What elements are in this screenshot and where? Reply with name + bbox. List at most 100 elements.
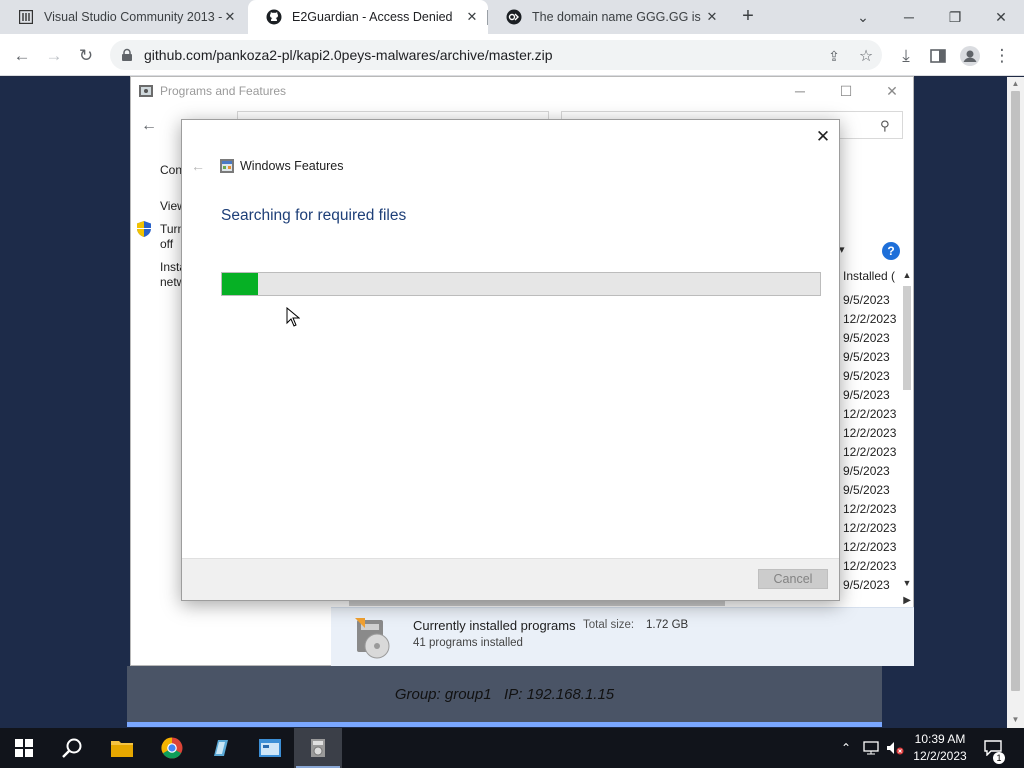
back-icon[interactable]: ← (10, 44, 34, 68)
installed-date-cell[interactable]: 9/5/2023 (843, 481, 899, 500)
scroll-up-arrow-icon[interactable]: ▲ (1007, 77, 1024, 91)
installed-date-cell[interactable]: 9/5/2023 (843, 329, 899, 348)
folder-icon (111, 741, 133, 757)
windows-features-icon (220, 159, 234, 173)
help-icon[interactable]: ? (882, 242, 900, 260)
url-text: github.com/pankoza2-pl/kapi2.0peys-malwa… (144, 47, 553, 63)
list-scroll-down-icon[interactable]: ▼ (900, 578, 914, 588)
menu-kebab-icon[interactable]: ⋮ (990, 44, 1014, 68)
pf-close-icon[interactable]: ✕ (869, 77, 915, 105)
clock-date: 12/2/2023 (913, 749, 967, 763)
dialog-close-icon[interactable]: ✕ (812, 126, 834, 148)
tab-close-icon[interactable]: ✕ (704, 9, 720, 25)
uac-shield-icon (137, 221, 151, 237)
pf-maximize-icon[interactable]: ☐ (823, 77, 869, 105)
restore-icon[interactable]: ❐ (932, 0, 978, 34)
share-icon[interactable]: ⇪ (822, 44, 846, 68)
pf-minimize-icon[interactable]: ─ (777, 77, 823, 105)
cancel-button[interactable]: Cancel (758, 569, 828, 589)
chrome-icon (161, 737, 183, 759)
list-scrollbar[interactable]: ▲ ▼ (900, 270, 914, 590)
status-heading: Searching for required files (221, 207, 407, 224)
total-size-label: Total size: (583, 619, 635, 631)
taskbar-chrome[interactable] (148, 728, 196, 768)
control-panel-icon (139, 85, 153, 97)
installed-date-cell[interactable]: 9/5/2023 (843, 348, 899, 367)
dialog-back-icon[interactable]: ← (191, 158, 205, 174)
group-ip-text: Group: group1 IP: 192.168.1.15 (394, 685, 615, 703)
tab-search-icon[interactable]: ⌄ (840, 0, 886, 34)
new-tab-button[interactable]: + (737, 6, 759, 28)
installed-date-cell[interactable]: 12/2/2023 (843, 424, 899, 443)
taskbar-notepad-app[interactable] (196, 728, 244, 768)
installed-date-cell[interactable]: 12/2/2023 (843, 443, 899, 462)
taskbar-control-panel[interactable] (294, 728, 342, 768)
browser-tab-strip: Visual Studio Community 2013 - ✕ E2Guard… (0, 0, 1024, 34)
start-button[interactable] (0, 728, 48, 768)
installed-date-cell[interactable]: 12/2/2023 (843, 405, 899, 424)
taskbar-system-app[interactable] (246, 728, 294, 768)
search-icon (62, 738, 82, 758)
column-header-installed-on[interactable]: Installed ( (843, 269, 899, 287)
download-icon[interactable]: ⤓ (894, 44, 918, 68)
browser-toolbar: ← → ↻ github.com/pankoza2-pl/kapi2.0peys… (0, 34, 1024, 76)
tab-close-icon[interactable]: ✕ (464, 9, 480, 25)
hscroll-right-icon[interactable]: ▶ (903, 595, 911, 606)
network-icon[interactable] (860, 728, 882, 768)
show-hidden-icons-chevron-icon[interactable]: ⌃ (836, 728, 856, 768)
windows-features-dialog: ✕ ← Windows Features Searching for requi… (181, 119, 840, 601)
tab-title: The domain name GGG.GG is fo (532, 10, 704, 24)
installed-date-cell[interactable]: 12/2/2023 (843, 538, 899, 557)
side-panel-icon[interactable] (926, 44, 950, 68)
installed-date-cell[interactable]: 9/5/2023 (843, 462, 899, 481)
details-title: Currently installed programs (413, 618, 576, 633)
reload-icon[interactable]: ↻ (74, 44, 98, 68)
system-window-icon (259, 739, 281, 757)
tab-visual-studio[interactable]: Visual Studio Community 2013 - ✕ (0, 0, 246, 34)
close-icon[interactable]: ✕ (978, 0, 1024, 34)
taskbar-file-explorer[interactable] (98, 728, 146, 768)
installed-date-cell[interactable]: 9/5/2023 (843, 386, 899, 405)
volume-muted-icon[interactable] (884, 728, 906, 768)
session-accent-line (127, 722, 882, 727)
minimize-icon[interactable]: ─ (886, 0, 932, 34)
list-scroll-up-icon[interactable]: ▲ (900, 270, 914, 280)
scroll-thumb[interactable] (1011, 91, 1020, 691)
domain-site-icon (506, 9, 522, 25)
pen-pad-icon (214, 740, 228, 756)
sidebar-turn-features-line2[interactable]: off (160, 237, 173, 251)
mouse-pointer-icon (286, 307, 300, 327)
tab-domain-ggg[interactable]: The domain name GGG.GG is fo ✕ (488, 0, 728, 34)
github-icon (266, 9, 282, 25)
pf-back-icon[interactable]: ← (141, 117, 157, 135)
sidebar-control-panel-home[interactable]: Con (160, 163, 182, 177)
visual-studio-icon (18, 9, 34, 25)
taskbar-clock[interactable]: 10:39 AM 12/2/2023 (905, 731, 975, 765)
tab-title: E2Guardian - Access Denied (292, 10, 453, 24)
tab-e2guardian[interactable]: E2Guardian - Access Denied ✕ (248, 0, 488, 34)
scroll-down-arrow-icon[interactable]: ▼ (1007, 713, 1024, 727)
taskbar-search-button[interactable] (48, 728, 96, 768)
installed-date-cell[interactable]: 9/5/2023 (843, 576, 899, 595)
forward-icon[interactable]: → (42, 44, 66, 68)
tab-close-icon[interactable]: ✕ (222, 9, 238, 25)
installed-date-cell[interactable]: 12/2/2023 (843, 557, 899, 576)
progress-fill (222, 273, 258, 295)
address-bar[interactable]: github.com/pankoza2-pl/kapi2.0peys-malwa… (110, 40, 882, 70)
profile-avatar-icon[interactable] (958, 44, 982, 68)
program-count: 41 programs installed (413, 637, 523, 649)
page-scrollbar[interactable]: ▲ ▼ (1007, 77, 1024, 728)
details-pane: Currently installed programs Total size:… (331, 607, 914, 666)
installed-date-cell[interactable]: 12/2/2023 (843, 310, 899, 329)
remote-session-info: Group: group1 IP: 192.168.1.15 (127, 666, 882, 722)
programs-features-icon (311, 739, 325, 757)
installed-date-cell[interactable]: 12/2/2023 (843, 500, 899, 519)
search-icon: ⚲ (880, 118, 890, 133)
installed-date-list: 9/5/2023 12/2/2023 9/5/2023 9/5/2023 9/5/202… (843, 291, 899, 595)
lock-icon (122, 48, 132, 61)
installed-date-cell[interactable]: 9/5/2023 (843, 291, 899, 310)
list-scroll-thumb[interactable] (903, 286, 911, 390)
installed-date-cell[interactable]: 12/2/2023 (843, 519, 899, 538)
bookmark-star-icon[interactable]: ☆ (854, 44, 878, 68)
installed-date-cell[interactable]: 9/5/2023 (843, 367, 899, 386)
